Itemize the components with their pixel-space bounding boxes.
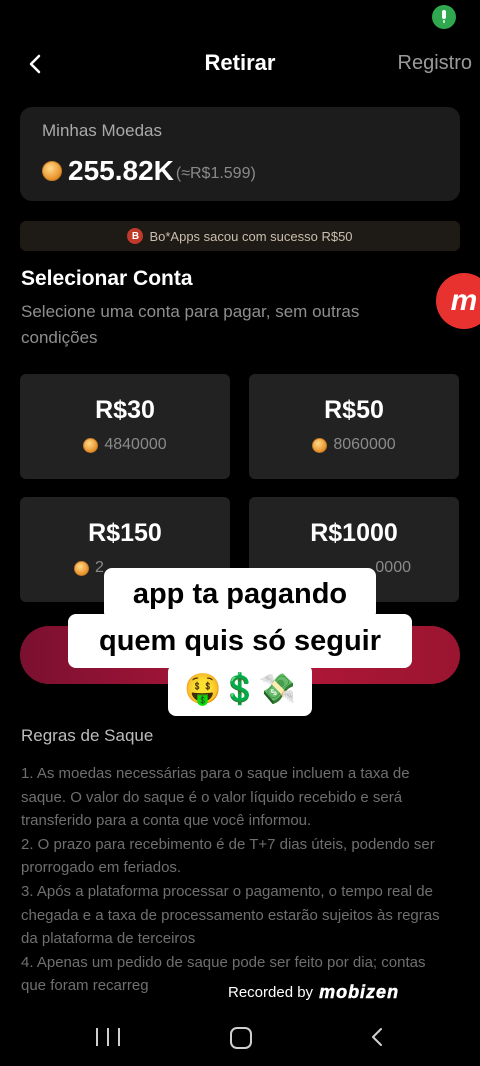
caption-line-1: app ta pagando <box>104 568 376 620</box>
option-card[interactable]: R$30 4840000 <box>20 374 230 479</box>
app-badge-icon: B <box>127 228 144 244</box>
recents-icon-bar <box>96 1028 98 1046</box>
section-title: Selecionar Conta <box>21 267 193 290</box>
home-button[interactable] <box>230 1027 252 1049</box>
recents-button[interactable] <box>96 1028 120 1048</box>
recents-icon-bar <box>118 1028 120 1046</box>
option-coins: 8060000 <box>249 436 459 454</box>
option-coins-value: 8060000 <box>333 436 396 453</box>
mobizen-logo: mobizen <box>319 982 400 1003</box>
floating-app-logo[interactable]: m <box>436 273 480 329</box>
recents-icon-bar <box>107 1028 109 1046</box>
rule-item: 3. Após a plataforma processar o pagamen… <box>21 882 440 948</box>
withdraw-notice: B Bo*Apps sacou com sucesso R$50 <box>20 221 460 251</box>
caption-line-2: quem quis só seguir <box>68 614 412 668</box>
balance-row: 255.82K (≈R$1.599) <box>42 155 256 187</box>
system-nav-bar <box>0 1010 480 1066</box>
microphone-icon <box>432 5 456 29</box>
caption-emojis: 🤑💲💸 <box>168 664 312 716</box>
option-amount: R$50 <box>324 396 384 424</box>
balance-approx: (≈R$1.599) <box>175 165 256 182</box>
rule-item: 2. O prazo para recebimento é de T+7 dia… <box>21 835 435 877</box>
option-amount: R$150 <box>88 519 162 547</box>
coin-icon <box>42 161 62 181</box>
coin-icon <box>83 437 99 453</box>
notice-text: Bo*Apps sacou com sucesso R$50 <box>149 228 353 244</box>
coin-icon <box>74 560 89 576</box>
chevron-left-icon <box>372 1028 382 1046</box>
option-coins-value: 4840000 <box>104 436 167 453</box>
section-description: Selecione uma conta para pagar, sem outr… <box>21 302 360 347</box>
header: Retirar Registro <box>0 44 480 84</box>
coin-icon <box>312 437 328 453</box>
nav-back-button[interactable] <box>366 1022 390 1052</box>
option-coins-value: 0000 <box>375 559 411 576</box>
option-amount: R$30 <box>95 396 155 424</box>
watermark-text: Recorded by <box>228 984 314 1001</box>
balance-value: 255.82K <box>68 155 174 186</box>
rules-title: Regras de Saque <box>21 726 154 745</box>
option-card[interactable]: R$50 8060000 <box>249 374 459 479</box>
option-coins: 4840000 <box>20 436 230 454</box>
balance-label: Minhas Moedas <box>42 121 163 140</box>
option-coins-value: 2 <box>95 559 104 576</box>
status-bar <box>0 0 480 36</box>
option-amount: R$1000 <box>310 519 398 547</box>
recording-watermark: Recorded by mobizen <box>228 982 399 1003</box>
balance-card: Minhas Moedas 255.82K (≈R$1.599) <box>20 107 460 201</box>
registro-link[interactable]: Registro <box>398 52 472 75</box>
rule-item: 1. As moedas necessárias para o saque in… <box>21 765 410 830</box>
rules-list: 1. As moedas necessárias para o saque in… <box>21 762 451 998</box>
